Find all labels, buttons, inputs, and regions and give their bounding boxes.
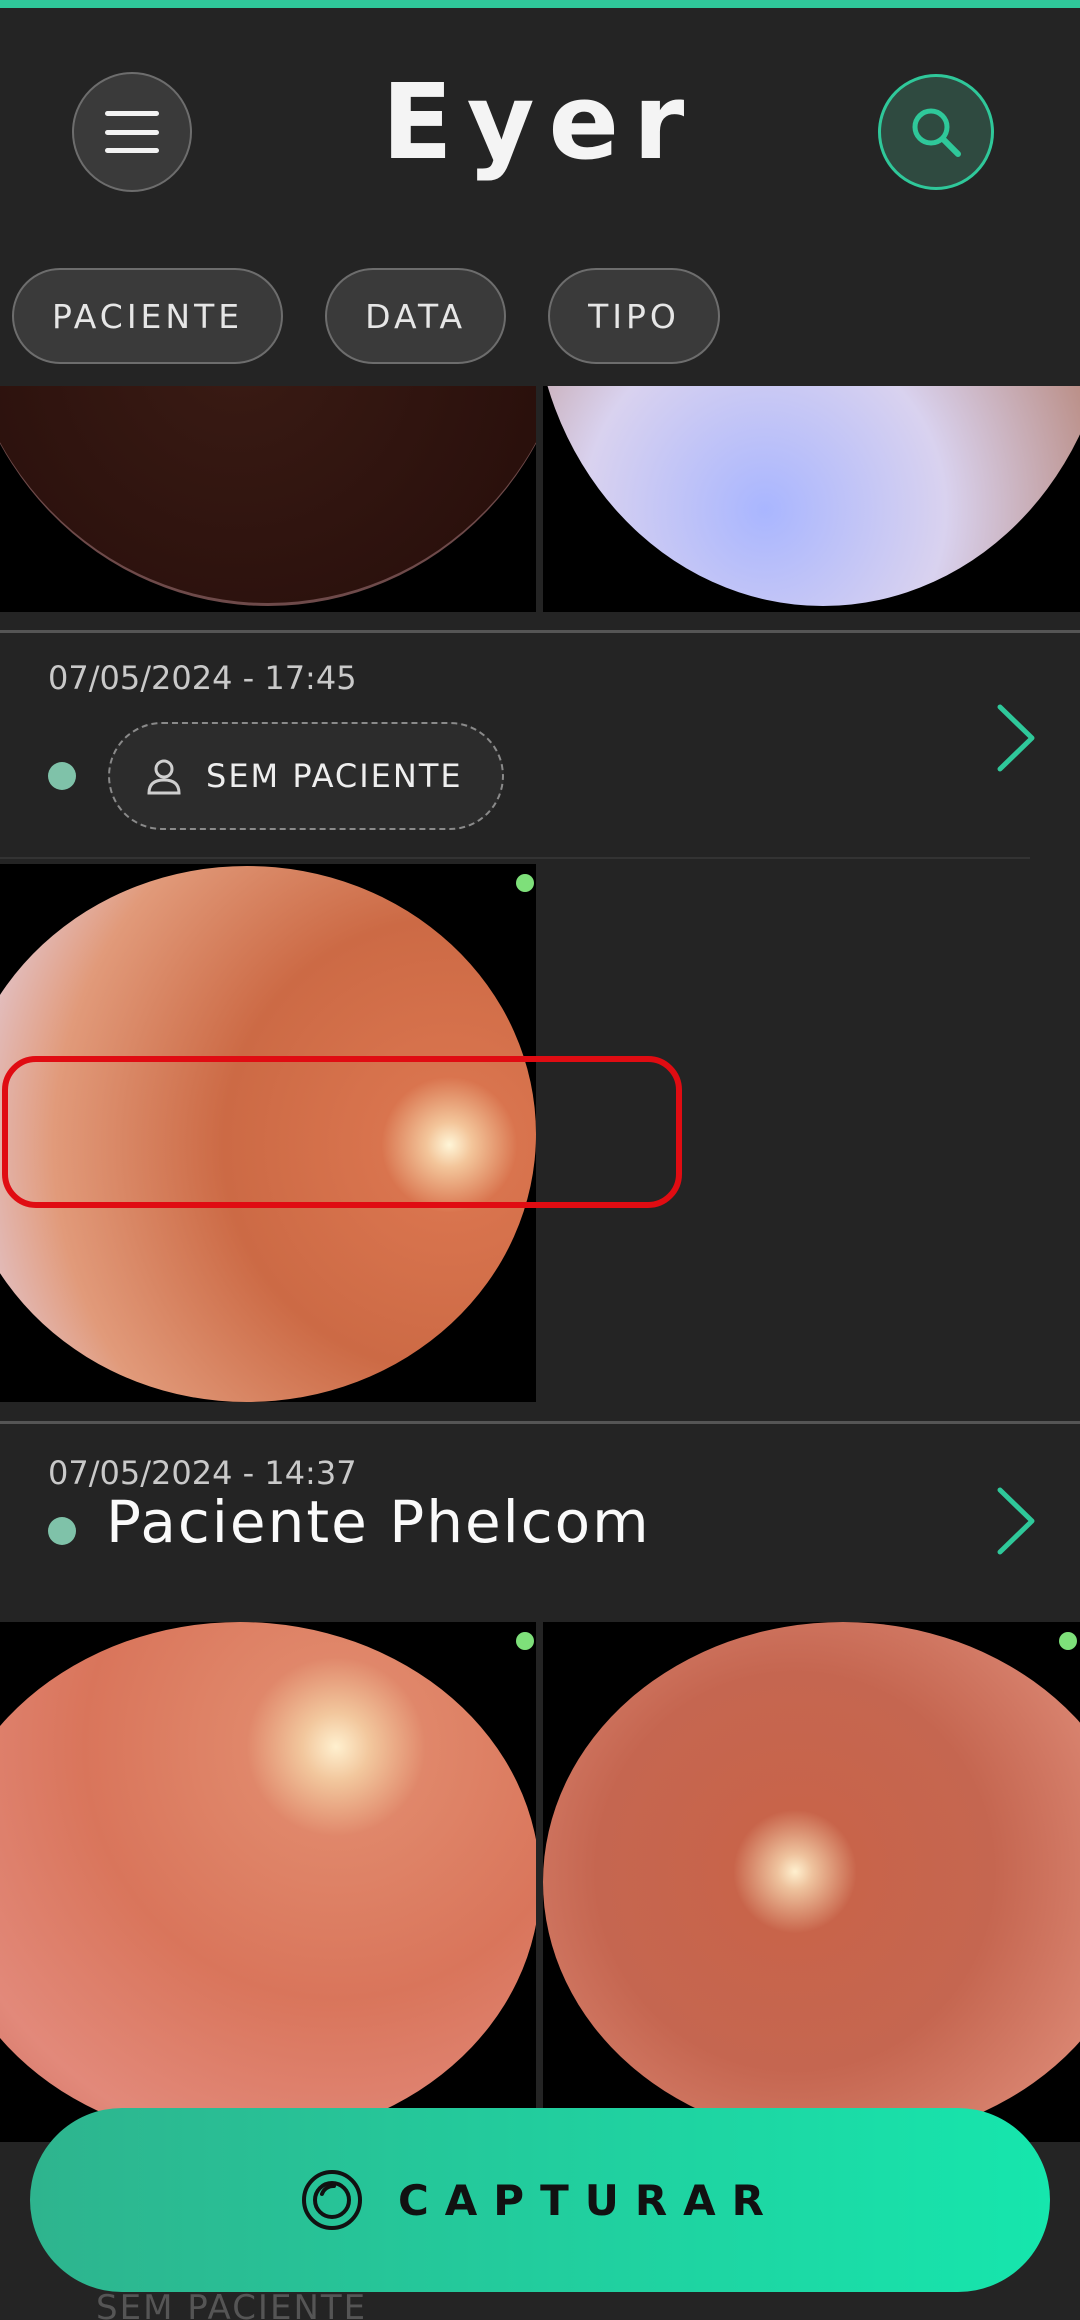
no-patient-label: SEM PACIENTE [206, 757, 463, 795]
person-icon [147, 759, 181, 795]
exam-row[interactable]: 07/05/2024 - 14:37 Paciente Phelcom [0, 1424, 1080, 1604]
filter-chip-data[interactable]: DATA [325, 268, 507, 364]
capture-label: CAPTURAR [397, 2175, 781, 2225]
search-button[interactable] [878, 74, 994, 190]
filter-chip-tipo[interactable]: TIPO [548, 268, 720, 364]
no-patient-badge[interactable]: SEM PACIENTE [108, 722, 504, 830]
top-accent-bar [0, 0, 1080, 8]
sync-indicator [516, 874, 534, 892]
exam-feed[interactable]: 07/05/2024 - 17:45 SEM PACIENTE 07/05/20… [0, 386, 1080, 2320]
retina-image-thumbnail[interactable] [543, 386, 1080, 612]
retina-image-thumbnail[interactable] [0, 1622, 536, 2142]
app-header: Eyer PACIENTE DATA TIPO [0, 8, 1080, 386]
status-dot [48, 762, 76, 790]
filter-chip-paciente[interactable]: PACIENTE [12, 268, 284, 364]
sync-indicator [1059, 1632, 1077, 1650]
retina-image-thumbnail[interactable] [0, 386, 536, 612]
capture-button[interactable]: CAPTURAR [30, 2108, 1050, 2292]
status-dot [48, 1517, 76, 1545]
camera-lens-icon [301, 2170, 362, 2230]
next-row-patient-label: SEM PACIENTE [96, 2288, 368, 2320]
chevron-right-icon[interactable] [996, 1486, 1036, 1556]
highlight-box [2, 1056, 682, 1208]
row-divider [0, 857, 1030, 859]
chevron-right-icon[interactable] [996, 703, 1036, 773]
sync-indicator [516, 1632, 534, 1650]
retina-image-thumbnail[interactable] [543, 1622, 1080, 2142]
search-icon [912, 108, 961, 157]
filter-bar: PACIENTE DATA TIPO [12, 268, 720, 364]
exam-datetime: 07/05/2024 - 14:37 [48, 1454, 357, 1492]
patient-name: Paciente Phelcom [106, 1488, 651, 1556]
exam-datetime: 07/05/2024 - 17:45 [48, 659, 357, 697]
